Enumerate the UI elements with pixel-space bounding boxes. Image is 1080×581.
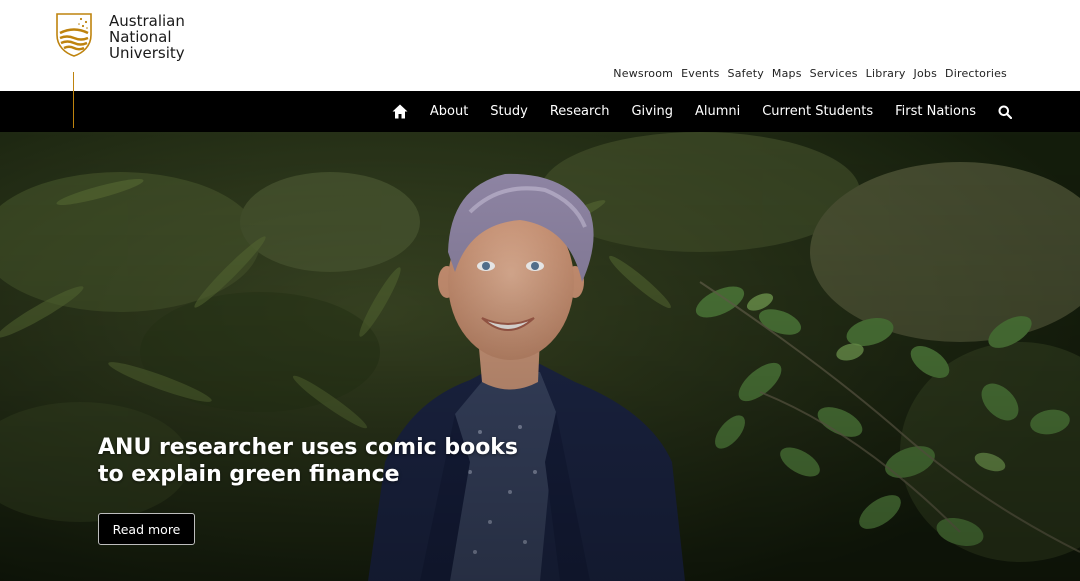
nav-item-study: Study [490,104,528,119]
nav-item-alumni: Alumni [695,104,740,119]
university-name: Australian National University [109,13,185,61]
nav-item-research: Research [550,104,610,119]
hero-banner: ANU researcher uses comic books to expla… [0,132,1080,581]
nav-link-research[interactable]: Research [550,104,610,119]
university-name-line2: National [109,28,172,46]
nav-item-search [998,105,1012,119]
utility-nav: Newsroom Events Safety Maps Services Lib… [605,67,1007,80]
nav-item-home [392,104,408,119]
nav-link-first-nations[interactable]: First Nations [895,104,976,119]
utility-link-newsroom[interactable]: Newsroom [613,67,673,80]
home-icon [392,104,408,119]
anu-crest-icon [56,13,92,57]
main-nav: About Study Research Giving Alumni Curre… [0,91,1080,132]
hero-headline: ANU researcher uses comic books to expla… [98,435,519,487]
nav-link-about[interactable]: About [430,104,468,119]
utility-link-library[interactable]: Library [866,67,906,80]
anu-logo-link[interactable]: Australian National University [55,13,185,61]
nav-item-current-students: Current Students [762,104,873,119]
nav-link-alumni[interactable]: Alumni [695,104,740,119]
home-link[interactable] [392,104,408,119]
read-more-button[interactable]: Read more [98,513,195,545]
utility-link-events[interactable]: Events [681,67,719,80]
utility-link-services[interactable]: Services [810,67,858,80]
search-icon [998,105,1012,119]
nav-link-current-students[interactable]: Current Students [762,104,873,119]
nav-item-giving: Giving [631,104,672,119]
nav-link-study[interactable]: Study [490,104,528,119]
nav-item-about: About [430,104,468,119]
nav-link-giving[interactable]: Giving [631,104,672,119]
utility-link-safety[interactable]: Safety [728,67,764,80]
utility-link-maps[interactable]: Maps [772,67,802,80]
main-nav-list: About Study Research Giving Alumni Curre… [370,91,1012,132]
university-name-line1: Australian [109,12,185,30]
utility-link-directories[interactable]: Directories [945,67,1007,80]
site-header: Australian National University Newsroom … [0,0,1080,91]
search-button[interactable] [998,105,1012,119]
nav-item-first-nations: First Nations [895,104,976,119]
utility-link-jobs[interactable]: Jobs [914,67,938,80]
gold-accent-line [73,72,74,128]
university-name-line3: University [109,44,185,62]
